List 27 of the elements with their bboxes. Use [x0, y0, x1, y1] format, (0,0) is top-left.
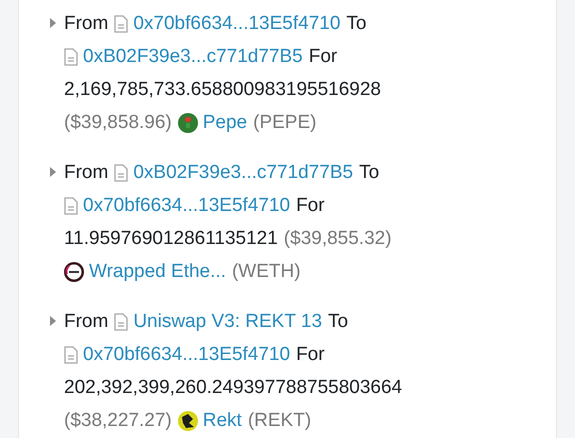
token-symbol: (PEPE)	[253, 111, 316, 135]
from-label: From	[64, 161, 108, 185]
usd-value: ($39,858.96)	[64, 111, 172, 135]
for-label: For	[296, 194, 325, 218]
token-symbol: (WETH)	[232, 260, 301, 284]
for-label: For	[308, 45, 338, 69]
from-label: From	[64, 310, 108, 334]
token-link[interactable]: Pepe	[202, 106, 248, 139]
address-link[interactable]: 0x70bf6634...13E5f4710	[83, 189, 290, 222]
amount-text: 202,392,399,260.249397788755803664	[64, 376, 402, 400]
address-link[interactable]: 0x70bf6634...13E5f4710	[83, 338, 290, 371]
usd-value: ($39,855.32)	[284, 227, 392, 251]
address-link[interactable]: 0xB02F39e3...c771d77B5	[133, 156, 354, 189]
to-label: To	[346, 12, 366, 36]
usd-value: ($38,227.27)	[64, 409, 172, 433]
amount-text: 2,169,785,733.658800983195516928	[64, 78, 381, 102]
token-symbol: (REKT)	[248, 409, 312, 433]
token-link[interactable]: Wrapped Ethe...	[89, 255, 226, 288]
to-label: To	[359, 161, 380, 185]
address-link[interactable]: Uniswap V3: REKT 13	[133, 305, 322, 338]
for-label: For	[296, 343, 325, 367]
from-label: From	[64, 12, 108, 36]
address-link[interactable]: 0xB02F39e3...c771d77B5	[83, 40, 303, 73]
to-label: To	[328, 310, 348, 334]
address-link[interactable]: 0x70bf6634...13E5f4710	[133, 7, 340, 40]
token-link[interactable]: Rekt	[202, 404, 242, 437]
amount-text: 11.959769012861135121	[64, 227, 278, 251]
